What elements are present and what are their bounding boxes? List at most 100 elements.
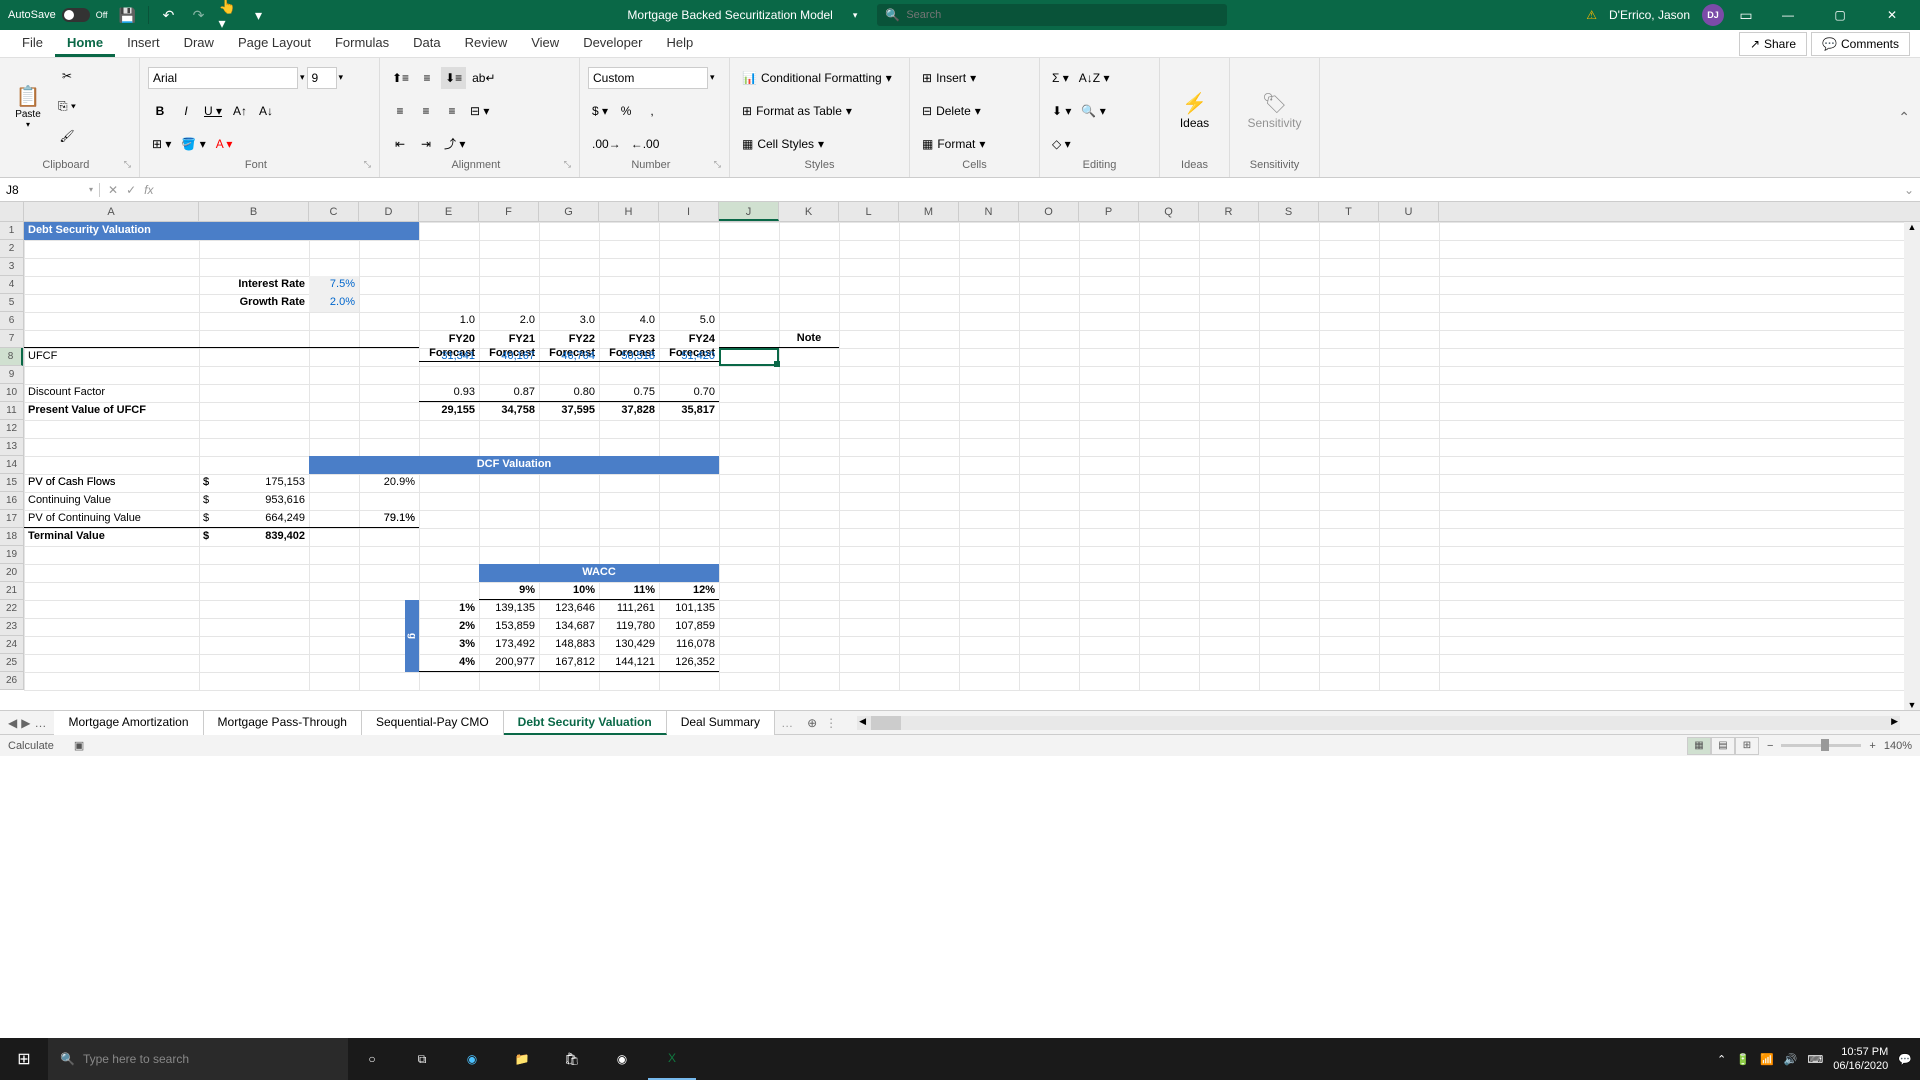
tab-nav-prev[interactable]: ◀ xyxy=(8,716,17,730)
col-header-C[interactable]: C xyxy=(309,202,359,221)
minimize-button[interactable]: — xyxy=(1768,1,1808,29)
menu-review[interactable]: Review xyxy=(453,31,520,57)
cell-H11[interactable]: 37,828 xyxy=(599,402,659,420)
cell-B5[interactable]: Growth Rate xyxy=(199,294,309,312)
normal-view-button[interactable]: ▦ xyxy=(1687,737,1711,755)
close-button[interactable]: ✕ xyxy=(1872,1,1912,29)
fill-button[interactable]: ⬇ ▾ xyxy=(1048,100,1075,122)
cell-G22[interactable]: 123,646 xyxy=(539,600,599,618)
display-options-icon[interactable]: ▭ xyxy=(1736,5,1756,25)
calc-status[interactable]: Calculate xyxy=(8,740,54,752)
taskbar-search[interactable]: 🔍 Type here to search xyxy=(48,1038,348,1080)
row-header-6[interactable]: 6 xyxy=(0,312,23,330)
cut-button[interactable]: ✂ xyxy=(54,65,80,87)
row-header-14[interactable]: 14 xyxy=(0,456,23,474)
cell-F21[interactable]: 9% xyxy=(479,582,539,600)
cell-H21[interactable]: 11% xyxy=(599,582,659,600)
row-header-22[interactable]: 22 xyxy=(0,600,23,618)
cell-D17[interactable]: 79.1% xyxy=(359,510,419,528)
row-header-16[interactable]: 16 xyxy=(0,492,23,510)
format-painter-button[interactable]: 🖌 xyxy=(54,125,80,147)
battery-icon[interactable]: 🔋 xyxy=(1736,1053,1750,1066)
zoom-slider[interactable] xyxy=(1781,744,1861,747)
format-cells-button[interactable]: ▦Format ▾ xyxy=(918,133,989,155)
qat-customize-icon[interactable]: ▾ xyxy=(249,5,269,25)
cell-H23[interactable]: 119,780 xyxy=(599,618,659,636)
menu-view[interactable]: View xyxy=(519,31,571,57)
italic-button[interactable]: I xyxy=(174,100,198,122)
menu-formulas[interactable]: Formulas xyxy=(323,31,401,57)
row-header-20[interactable]: 20 xyxy=(0,564,23,582)
menu-draw[interactable]: Draw xyxy=(172,31,226,57)
col-header-T[interactable]: T xyxy=(1319,202,1379,221)
cell-B16[interactable]: $953,616 xyxy=(199,492,309,510)
chrome-app[interactable]: ◉ xyxy=(598,1038,646,1080)
col-header-N[interactable]: N xyxy=(959,202,1019,221)
paste-button[interactable]: 📋 Paste ▾ xyxy=(8,76,48,136)
cell-I11[interactable]: 35,817 xyxy=(659,402,719,420)
select-all-corner[interactable] xyxy=(0,202,24,221)
col-header-R[interactable]: R xyxy=(1199,202,1259,221)
cell-I10[interactable]: 0.70 xyxy=(659,384,719,402)
cell-A8[interactable]: UFCF xyxy=(24,348,199,366)
user-avatar[interactable]: DJ xyxy=(1702,4,1724,26)
decrease-indent-button[interactable]: ⇤ xyxy=(388,133,412,155)
cell-B17[interactable]: $664,249 xyxy=(199,510,309,528)
cell-I25[interactable]: 126,352 xyxy=(659,654,719,672)
macro-record-icon[interactable]: ▣ xyxy=(74,739,84,752)
comments-button[interactable]: 💬Comments xyxy=(1811,32,1910,56)
expand-formula-button[interactable]: ⌄ xyxy=(1898,183,1920,197)
menu-file[interactable]: File xyxy=(10,31,55,57)
undo-icon[interactable]: ↶ xyxy=(159,5,179,25)
wrap-text-button[interactable]: ab↵ xyxy=(468,67,499,89)
menu-help[interactable]: Help xyxy=(654,31,705,57)
accept-formula-button[interactable]: ✓ xyxy=(126,183,136,197)
cell-B18[interactable]: $839,402 xyxy=(199,528,309,546)
zoom-in-button[interactable]: + xyxy=(1869,740,1875,752)
cell-H8[interactable]: 50,518 xyxy=(599,348,659,366)
autosave-toggle[interactable]: AutoSave Off xyxy=(8,8,108,22)
ideas-button[interactable]: ⚡Ideas xyxy=(1176,89,1213,132)
find-button[interactable]: 🔍 ▾ xyxy=(1077,100,1109,122)
cell-E24[interactable]: 3% xyxy=(419,636,479,654)
row-header-7[interactable]: 7 xyxy=(0,330,23,348)
decrease-font-button[interactable]: A↓ xyxy=(254,100,278,122)
fx-button[interactable]: fx xyxy=(144,183,153,197)
comma-button[interactable]: , xyxy=(640,100,664,122)
orientation-button[interactable]: ⤴ ▾ xyxy=(440,133,469,155)
row-header-2[interactable]: 2 xyxy=(0,240,23,258)
cell-G6[interactable]: 3.0 xyxy=(539,312,599,330)
copy-button[interactable]: ⎘ ▾ xyxy=(54,95,80,117)
delete-cells-button[interactable]: ⊟Delete ▾ xyxy=(918,100,985,122)
row-header-19[interactable]: 19 xyxy=(0,546,23,564)
cell-A17[interactable]: PV of Continuing Value xyxy=(24,510,199,528)
cell-G10[interactable]: 0.80 xyxy=(539,384,599,402)
cortana-app[interactable]: ○ xyxy=(348,1038,396,1080)
cell-A1[interactable]: Debt Security Valuation xyxy=(24,222,419,240)
cell-E22[interactable]: 1% xyxy=(419,600,479,618)
cell-J7[interactable] xyxy=(719,330,779,348)
tray-chevron-icon[interactable]: ⌃ xyxy=(1717,1053,1726,1066)
cell-E23[interactable]: 2% xyxy=(419,618,479,636)
keyboard-icon[interactable]: ⌨ xyxy=(1807,1053,1823,1066)
wifi-icon[interactable]: 📶 xyxy=(1760,1053,1774,1066)
sheet-tab-deal-summary[interactable]: Deal Summary xyxy=(667,711,775,735)
menu-page-layout[interactable]: Page Layout xyxy=(226,31,323,57)
cell-E8[interactable]: 31,341 xyxy=(419,348,479,366)
cell-G21[interactable]: 10% xyxy=(539,582,599,600)
clear-button[interactable]: ◇ ▾ xyxy=(1048,133,1075,155)
redo-icon[interactable]: ↷ xyxy=(189,5,209,25)
row-header-3[interactable]: 3 xyxy=(0,258,23,276)
maximize-button[interactable]: ▢ xyxy=(1820,1,1860,29)
cell-H6[interactable]: 4.0 xyxy=(599,312,659,330)
cell-F11[interactable]: 34,758 xyxy=(479,402,539,420)
cell-G11[interactable]: 37,595 xyxy=(539,402,599,420)
font-name-input[interactable] xyxy=(148,67,298,89)
cell-B4[interactable]: Interest Rate xyxy=(199,276,309,294)
row-header-21[interactable]: 21 xyxy=(0,582,23,600)
row-header-26[interactable]: 26 xyxy=(0,672,23,690)
col-header-S[interactable]: S xyxy=(1259,202,1319,221)
row-header-18[interactable]: 18 xyxy=(0,528,23,546)
cell-C14[interactable]: DCF Valuation xyxy=(309,456,719,474)
start-button[interactable]: ⊞ xyxy=(0,1038,48,1080)
